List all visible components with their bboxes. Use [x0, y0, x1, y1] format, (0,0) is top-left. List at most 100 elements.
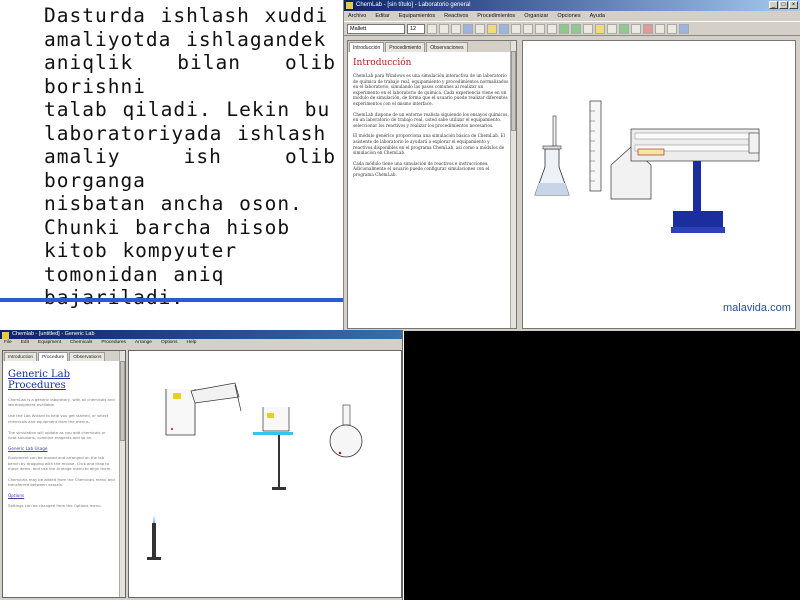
- menu-procedimientos[interactable]: Procedimientos: [477, 11, 515, 21]
- italic-icon[interactable]: [439, 23, 449, 34]
- tab-procedimiento[interactable]: Procedimiento: [385, 42, 426, 52]
- slide-line: tomonidan aniq: [44, 262, 225, 286]
- doc-heading: Generic Lab Procedures: [8, 369, 71, 391]
- black-background: [404, 331, 800, 600]
- app-icon: [346, 2, 353, 9]
- help-icon[interactable]: [679, 23, 689, 34]
- menu-file[interactable]: File: [4, 339, 12, 347]
- pipette-icon[interactable]: [619, 23, 629, 34]
- doc-subheading: Options: [8, 493, 25, 499]
- lab-scene-svg: [147, 382, 363, 560]
- page-icon[interactable]: [667, 23, 677, 34]
- erlenmeyer-flask[interactable]: [534, 145, 570, 196]
- doc-paragraph: The simulation will update as you add ch…: [8, 429, 106, 441]
- scroll-thumb[interactable]: [120, 361, 125, 441]
- beaker-on-stand[interactable]: [253, 407, 293, 490]
- menu-reactivos[interactable]: Reactivos: [444, 11, 468, 21]
- paste-icon[interactable]: [547, 23, 557, 34]
- slide-stage: Dasturda ishlash xuddi amaliyotda ishlag…: [0, 0, 800, 600]
- minimize-button[interactable]: _: [769, 1, 778, 9]
- doc-body: ChemLab is a generic laboratory, with al…: [3, 397, 125, 508]
- doc-paragraph: Chemicals may be added from the Chemical…: [8, 477, 115, 488]
- scroll-thumb[interactable]: [511, 51, 516, 131]
- burner-icon[interactable]: [583, 23, 593, 34]
- doc-paragraph: ChemLab dispone de un entorno realista s…: [353, 111, 509, 128]
- copy-icon[interactable]: [535, 23, 545, 34]
- close-button[interactable]: ×: [789, 1, 798, 9]
- font-select[interactable]: Mallett: [347, 23, 405, 34]
- slide-line: kitob kompyuter: [44, 239, 238, 262]
- open-folder-icon[interactable]: [487, 23, 497, 34]
- funnel-icon[interactable]: [607, 23, 617, 34]
- doc-paragraph: Use the Lab Wizard to help you get start…: [8, 413, 109, 424]
- window-title: ChemLab - [sin título] - Laboratorio gen…: [356, 2, 471, 8]
- chemlab-window-spanish: ChemLab - [sin título] - Laboratorio gen…: [343, 0, 800, 331]
- doc-scrollbar[interactable]: [510, 41, 516, 328]
- menu-editar[interactable]: Editar: [375, 11, 389, 21]
- doc-paragraph: Cada módulo tiene una simulación de reac…: [353, 160, 490, 177]
- menu-options[interactable]: Options: [161, 339, 178, 347]
- window-titlebar[interactable]: ChemLab - [sin título] - Laboratorio gen…: [344, 0, 800, 11]
- font-size-select[interactable]: 12: [407, 23, 425, 34]
- tab-introduccion[interactable]: Introducción: [349, 42, 385, 52]
- tab-observaciones[interactable]: Observaciones: [426, 42, 468, 52]
- doc-body: ChemLab para Windows es una simulación i…: [348, 73, 516, 178]
- burette[interactable]: [589, 100, 602, 192]
- watermark-text: malavida.com: [723, 302, 791, 314]
- doc-paragraph: Equipment can be moved and arranged on t…: [8, 455, 112, 471]
- flask-icon[interactable]: [571, 23, 581, 34]
- menu-procedures[interactable]: Procedures: [101, 339, 126, 347]
- tab-procedure[interactable]: Procedure: [38, 352, 69, 361]
- doc-paragraph: Settings can be changed from the Options…: [8, 502, 102, 508]
- menu-ayuda[interactable]: Ayuda: [590, 11, 606, 21]
- doc-heading: Introducción: [353, 58, 412, 68]
- window-titlebar[interactable]: Chemlab - [untitled] - Generic Lab: [0, 330, 402, 339]
- beaker[interactable]: [165, 389, 196, 436]
- cut-icon[interactable]: [523, 23, 533, 34]
- document-pane: Introduction Procedure Observations Gene…: [2, 350, 126, 598]
- round-flask[interactable]: [329, 404, 363, 458]
- divider-strip: [0, 298, 344, 302]
- tab-observations[interactable]: Observations: [69, 352, 106, 361]
- save-icon[interactable]: [499, 23, 509, 34]
- slide-paragraph: Dasturda ishlash xuddi amaliyotda ishlag…: [44, 4, 336, 309]
- menu-opciones[interactable]: Opciones: [557, 11, 580, 21]
- tab-introduction[interactable]: Introduction: [4, 352, 38, 361]
- menu-equipment[interactable]: Equipment: [38, 339, 61, 347]
- menu-bar: File Edit Equipment Chemicals Procedures…: [0, 339, 402, 347]
- menu-edit[interactable]: Edit: [21, 339, 29, 347]
- funnel[interactable]: [190, 382, 242, 412]
- new-file-icon[interactable]: [475, 23, 485, 34]
- menu-arrange[interactable]: Arrange: [135, 339, 152, 347]
- document-pane: Introducción Procedimiento Observaciones…: [347, 40, 517, 329]
- slide-line: laboratoriyada ishlash: [44, 121, 327, 145]
- balance-scale[interactable]: [630, 128, 760, 162]
- beaker-icon[interactable]: [559, 23, 569, 34]
- menu-equipamientos[interactable]: Equipamientos: [399, 11, 435, 21]
- app-icon: [2, 332, 9, 339]
- doc-scrollbar[interactable]: [119, 351, 125, 597]
- slide-line: Chunki barcha hisob: [44, 215, 291, 239]
- doc-paragraph: ChemLab is a generic laboratory, with al…: [8, 397, 115, 408]
- menu-help[interactable]: Help: [187, 339, 197, 347]
- underline-icon[interactable]: [451, 23, 461, 34]
- doc-paragraph: El módulo genérico proporciona una simul…: [353, 133, 505, 156]
- print-icon[interactable]: [511, 23, 521, 34]
- bunsen-burner[interactable]: [147, 515, 161, 560]
- maximize-button[interactable]: □: [779, 1, 788, 9]
- doc-subheading: Generic Lab Usage: [8, 446, 48, 452]
- menu-organizar[interactable]: Organizar: [524, 11, 548, 21]
- thermometer-icon[interactable]: [595, 23, 605, 34]
- grid-icon[interactable]: [655, 23, 665, 34]
- slide-line: amaliy ish olib borganga: [44, 145, 336, 192]
- menu-archivo[interactable]: Archivo: [348, 11, 366, 21]
- thermometer-icon[interactable]: [552, 115, 557, 151]
- bold-icon[interactable]: [427, 23, 437, 34]
- lab-stand[interactable]: [671, 161, 725, 233]
- stand-icon[interactable]: [631, 23, 641, 34]
- align-icon[interactable]: [463, 23, 473, 34]
- heat-icon[interactable]: [643, 23, 653, 34]
- lab-scene-svg: malavida.com: [534, 100, 791, 314]
- window-title: Chemlab - [untitled] - Generic Lab: [12, 331, 95, 337]
- menu-chemicals[interactable]: Chemicals: [70, 339, 92, 347]
